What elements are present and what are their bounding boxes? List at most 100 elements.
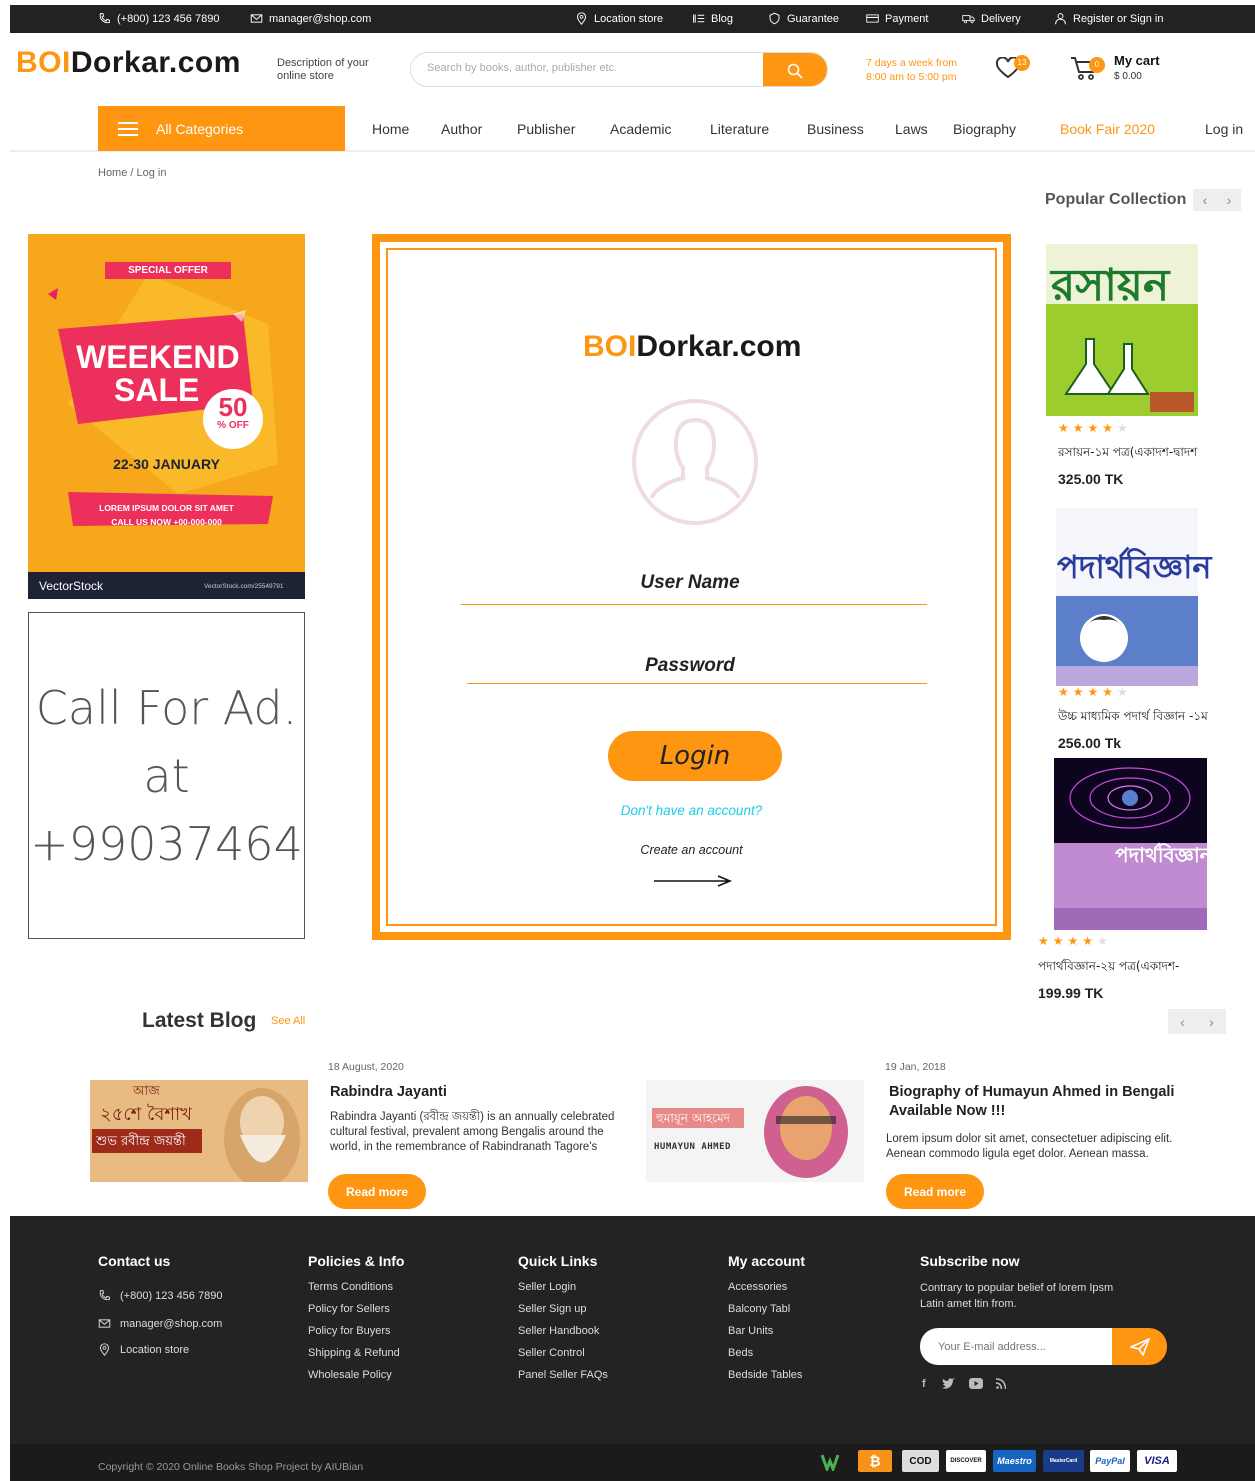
footer-phone-text: (+800) 123 456 7890 — [120, 1289, 223, 1302]
footer-location-text: Location store — [120, 1343, 190, 1356]
wishlist-button[interactable]: 13 — [995, 55, 1030, 84]
topbar-phone[interactable]: (+800) 123 456 7890 — [98, 12, 219, 25]
nav-laws[interactable]: Laws — [895, 121, 928, 137]
footer-link[interactable]: Seller Login — [518, 1281, 576, 1293]
footer-email[interactable]: manager@shop.com — [98, 1317, 222, 1330]
topbar-blog-text: Blog — [711, 12, 734, 25]
footer-link[interactable]: Accessories — [728, 1281, 787, 1293]
topbar-email-text: manager@shop.com — [269, 12, 372, 25]
ad-percent: 50 — [218, 392, 248, 422]
footer-phone[interactable]: (+800) 123 456 7890 — [98, 1289, 222, 1302]
nav-login[interactable]: Log in — [1205, 121, 1243, 137]
product-name[interactable]: উচ্চ মাধ্যমিক পদার্থ বিজ্ঞান -১ম — [1058, 708, 1208, 728]
topbar-location[interactable]: Location store — [575, 12, 663, 25]
topbar-payment[interactable]: Payment — [866, 12, 928, 25]
topbar-email[interactable]: manager@shop.com — [250, 12, 371, 25]
blog-image-rabindra[interactable]: আজ ২৫শে বৈশাখ শুভ রবীন্দ্র জয়ন্তী — [90, 1080, 308, 1182]
rss-icon[interactable] — [996, 1378, 1006, 1389]
footer-link[interactable]: Terms Conditions — [308, 1281, 393, 1293]
product-name[interactable]: রসায়ন-১ম পত্র(একাদশ-দ্বাদশ — [1058, 444, 1197, 464]
nav-literature[interactable]: Literature — [710, 121, 769, 137]
prev-arrow-icon[interactable]: ‹ — [1180, 1014, 1185, 1030]
send-icon — [1129, 1337, 1150, 1356]
site-logo[interactable]: BOIDorkar.com — [16, 46, 241, 80]
facebook-icon[interactable]: f — [922, 1378, 926, 1390]
password-label: Password — [645, 655, 735, 676]
bitcoin-icon: ₿ — [858, 1450, 892, 1472]
ad-special-offer: SPECIAL OFFER — [105, 262, 231, 279]
subscribe-button[interactable] — [1112, 1328, 1167, 1365]
nav-biography[interactable]: Biography — [953, 121, 1016, 137]
topbar-guarantee[interactable]: Guarantee — [768, 12, 839, 25]
footer-link[interactable]: Bedside Tables — [728, 1369, 802, 1381]
footer-link[interactable]: Seller Control — [518, 1347, 585, 1359]
topbar-register[interactable]: Register or Sign in — [1054, 12, 1164, 25]
weekend-sale-ad[interactable]: SPECIAL OFFER WEEKEND SALE 50 % OFF 22-3… — [28, 234, 305, 599]
footer-link[interactable]: Beds — [728, 1347, 753, 1359]
footer-link[interactable]: Balcony Tabl — [728, 1303, 790, 1315]
subscribe-email-input[interactable] — [920, 1328, 1112, 1365]
prev-arrow-icon[interactable]: ‹ — [1203, 192, 1208, 208]
blog-post-title[interactable]: Rabindra Jayanti — [330, 1083, 630, 1102]
next-arrow-icon[interactable]: › — [1227, 192, 1232, 208]
footer-link[interactable]: Policy for Buyers — [308, 1325, 391, 1337]
rating-stars: ★★★★★ — [1058, 685, 1132, 699]
footer-location[interactable]: Location store — [98, 1343, 189, 1356]
rating-stars: ★★★★★ — [1038, 934, 1112, 948]
product-card[interactable]: পদার্থবিজ্ঞান ★★★★★ পদার্থবিজ্ঞান-২য় পত… — [1022, 756, 1219, 1014]
nav-book-fair[interactable]: Book Fair 2020 — [1060, 121, 1155, 137]
product-card[interactable]: রসায়ন ★★★★★ রসায়ন-১ম পত্র(একাদশ-দ্বাদশ… — [1043, 234, 1240, 502]
footer-link[interactable]: Bar Units — [728, 1325, 773, 1337]
all-categories-button[interactable]: All Categories — [98, 106, 345, 151]
location-icon — [576, 12, 587, 25]
create-account-link[interactable]: Create an account — [388, 843, 995, 857]
book-cover-image — [1056, 508, 1198, 686]
nav-business[interactable]: Business — [807, 121, 864, 137]
twitter-icon[interactable] — [942, 1378, 955, 1390]
top-bar: (+800) 123 456 7890 manager@shop.com Loc… — [10, 5, 1255, 33]
list-icon — [693, 14, 705, 23]
topbar-delivery-text: Delivery — [981, 12, 1021, 25]
topbar-register-text: Register or Sign in — [1073, 12, 1164, 25]
cart-button[interactable]: 0 — [1070, 55, 1105, 86]
username-input[interactable] — [461, 604, 927, 605]
product-card[interactable]: পদার্থবিজ্ঞান ★★★★★ উচ্চ মাধ্যমিক পদার্থ… — [1043, 502, 1240, 764]
wallet-logo-icon — [820, 1454, 840, 1471]
blog-image-humayun[interactable]: হুমায়ূন আহমেদ HUMAYUN AHMED — [646, 1080, 864, 1182]
footer-link[interactable]: Wholesale Policy — [308, 1369, 392, 1381]
search-bar — [410, 52, 828, 87]
call-for-ad-box[interactable]: Call For Ad. at +99037464 — [28, 612, 305, 939]
product-name[interactable]: পদার্থবিজ্ঞান-২য় পত্র(একাদশ- — [1038, 958, 1179, 978]
topbar-delivery[interactable]: Delivery — [962, 12, 1021, 25]
footer-link[interactable]: Seller Handbook — [518, 1325, 599, 1337]
phone-icon — [99, 13, 110, 24]
footer-email-text: manager@shop.com — [120, 1317, 223, 1330]
read-more-button[interactable]: Read more — [886, 1174, 984, 1209]
login-logo-part1: BOI — [583, 330, 637, 363]
blog-see-all-link[interactable]: See All — [271, 1015, 305, 1027]
blog-post-title[interactable]: Biography of Humayun Ahmed in Bengali Av… — [889, 1083, 1189, 1121]
blog-image-text2: HUMAYUN AHMED — [654, 1142, 731, 1152]
no-account-link[interactable]: Don't have an account? — [388, 803, 995, 818]
topbar-blog[interactable]: Blog — [692, 12, 733, 25]
password-input[interactable] — [467, 683, 927, 684]
footer-link[interactable]: Panel Seller FAQs — [518, 1369, 608, 1381]
search-input[interactable] — [427, 62, 757, 74]
nav-publisher[interactable]: Publisher — [517, 121, 575, 137]
youtube-icon[interactable] — [969, 1378, 983, 1389]
ad2-line2: at — [143, 748, 190, 803]
footer-link[interactable]: Seller Sign up — [518, 1303, 587, 1315]
footer-link[interactable]: Shipping & Refund — [308, 1347, 400, 1359]
read-more-button[interactable]: Read more — [328, 1174, 426, 1209]
footer-link[interactable]: Policy for Sellers — [308, 1303, 390, 1315]
search-button[interactable] — [763, 53, 827, 86]
login-button[interactable]: Login — [608, 731, 782, 781]
mail-icon — [98, 1319, 111, 1328]
nav-academic[interactable]: Academic — [610, 121, 671, 137]
cart-count-badge: 0 — [1089, 57, 1105, 73]
arrow-right-icon[interactable] — [654, 874, 732, 888]
ad-brand: VectorStock — [39, 579, 104, 593]
nav-home[interactable]: Home — [372, 121, 409, 137]
nav-author[interactable]: Author — [441, 121, 482, 137]
next-arrow-icon[interactable]: › — [1209, 1014, 1214, 1030]
